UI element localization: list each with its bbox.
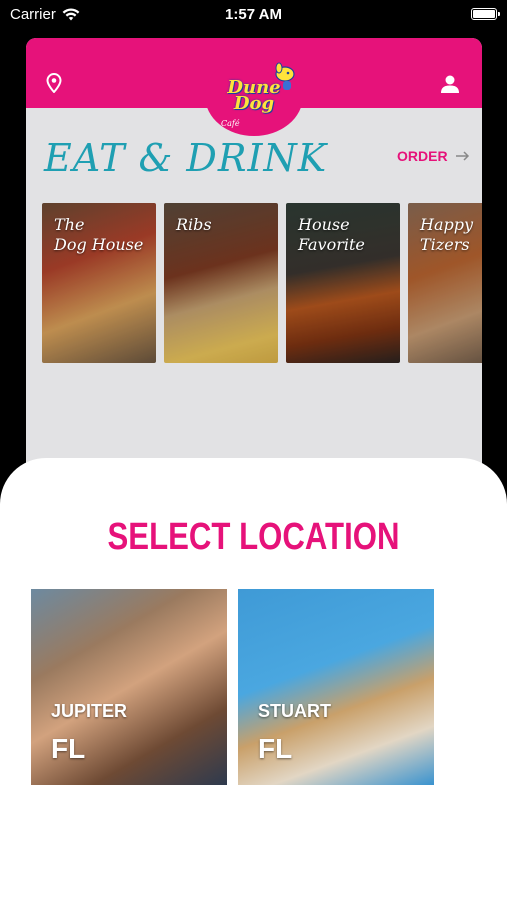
select-location-sheet: SELECT LOCATION JUPITER FL STUART FL xyxy=(0,458,507,900)
order-link[interactable]: ORDER xyxy=(397,148,470,164)
eat-drink-card: Dune Dog Café EAT & DRINK ORDER The Dog … xyxy=(26,38,482,478)
eat-drink-title: EAT & DRINK xyxy=(44,136,328,180)
category-tile-dog-house[interactable]: The Dog House xyxy=(42,203,156,363)
category-tile-house-favorite[interactable]: House Favorite xyxy=(286,203,400,363)
category-label: The Dog House xyxy=(54,215,144,254)
location-city: JUPITER xyxy=(51,701,128,721)
order-label: ORDER xyxy=(397,148,448,164)
location-pin-icon[interactable] xyxy=(46,73,62,93)
category-tile-happy-tizers[interactable]: Happy Tizers xyxy=(408,203,482,363)
arrow-right-icon xyxy=(455,151,469,161)
category-label: Ribs xyxy=(176,215,212,234)
category-label: Happy Tizers xyxy=(420,215,474,254)
location-city: STUART xyxy=(258,701,331,721)
category-label: House Favorite xyxy=(298,215,365,254)
location-state: FL xyxy=(258,733,293,764)
select-location-title: SELECT LOCATION xyxy=(107,516,400,558)
location-card-jupiter[interactable]: JUPITER FL xyxy=(31,589,227,785)
location-card-stuart[interactable]: STUART FL xyxy=(238,589,434,785)
location-state: FL xyxy=(51,733,86,764)
user-icon[interactable] xyxy=(440,74,460,94)
logo-cafe-text: Café xyxy=(221,119,240,128)
status-bar: Carrier 1:57 AM xyxy=(0,0,507,30)
clock: 1:57 AM xyxy=(225,6,282,23)
dune-dog-logo: Dune Dog Café xyxy=(213,62,295,130)
dog-mascot-icon xyxy=(275,62,295,90)
logo-badge[interactable]: Dune Dog Café xyxy=(205,56,303,136)
battery-icon xyxy=(471,8,500,20)
category-tile-ribs[interactable]: Ribs xyxy=(164,203,278,363)
